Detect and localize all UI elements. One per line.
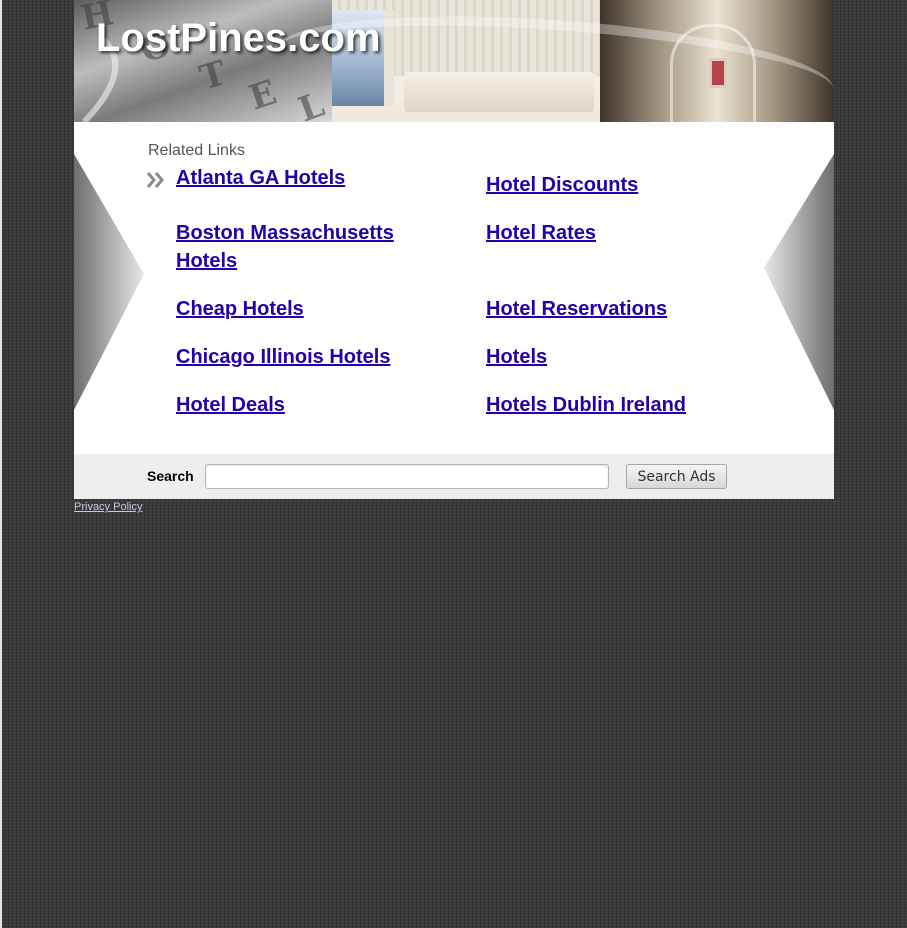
related-link[interactable]: Atlanta GA Hotels — [176, 164, 436, 192]
related-links-panel: Related Links Atlanta GA Hotels Boston M… — [74, 122, 834, 454]
related-link[interactable]: Cheap Hotels — [176, 295, 436, 323]
site-title[interactable]: LostPines.com — [96, 14, 381, 62]
related-link[interactable]: Chicago Illinois Hotels — [176, 343, 436, 371]
header-banner: H O T E L LostPines.com — [74, 0, 834, 122]
search-label: Search — [147, 468, 194, 484]
privacy-policy-link[interactable]: Privacy Policy — [74, 501, 142, 513]
svg-text:L: L — [293, 85, 329, 122]
search-bar: Search Search Ads — [74, 454, 834, 499]
related-link[interactable]: Hotel Deals — [176, 391, 436, 419]
right-chevron-decoration — [764, 154, 834, 410]
related-link[interactable]: Hotel Rates — [486, 219, 746, 247]
left-chevron-decoration — [74, 154, 144, 410]
page-container: H O T E L LostPines.com Related Links At… — [74, 0, 834, 513]
related-link[interactable]: Hotel Reservations — [486, 295, 746, 323]
related-link[interactable]: Boston Massachusetts Hotels — [176, 219, 406, 275]
search-ads-button[interactable]: Search Ads — [626, 464, 727, 489]
related-link[interactable]: Hotel Discounts — [486, 171, 746, 199]
search-input[interactable] — [205, 464, 609, 489]
related-links-heading: Related Links — [148, 142, 245, 159]
related-link[interactable]: Hotels Dublin Ireland — [486, 391, 746, 419]
svg-text:E: E — [244, 73, 281, 119]
double-chevron-right-icon — [146, 172, 164, 188]
related-link[interactable]: Hotels — [486, 343, 746, 371]
page-edge — [0, 0, 2, 928]
